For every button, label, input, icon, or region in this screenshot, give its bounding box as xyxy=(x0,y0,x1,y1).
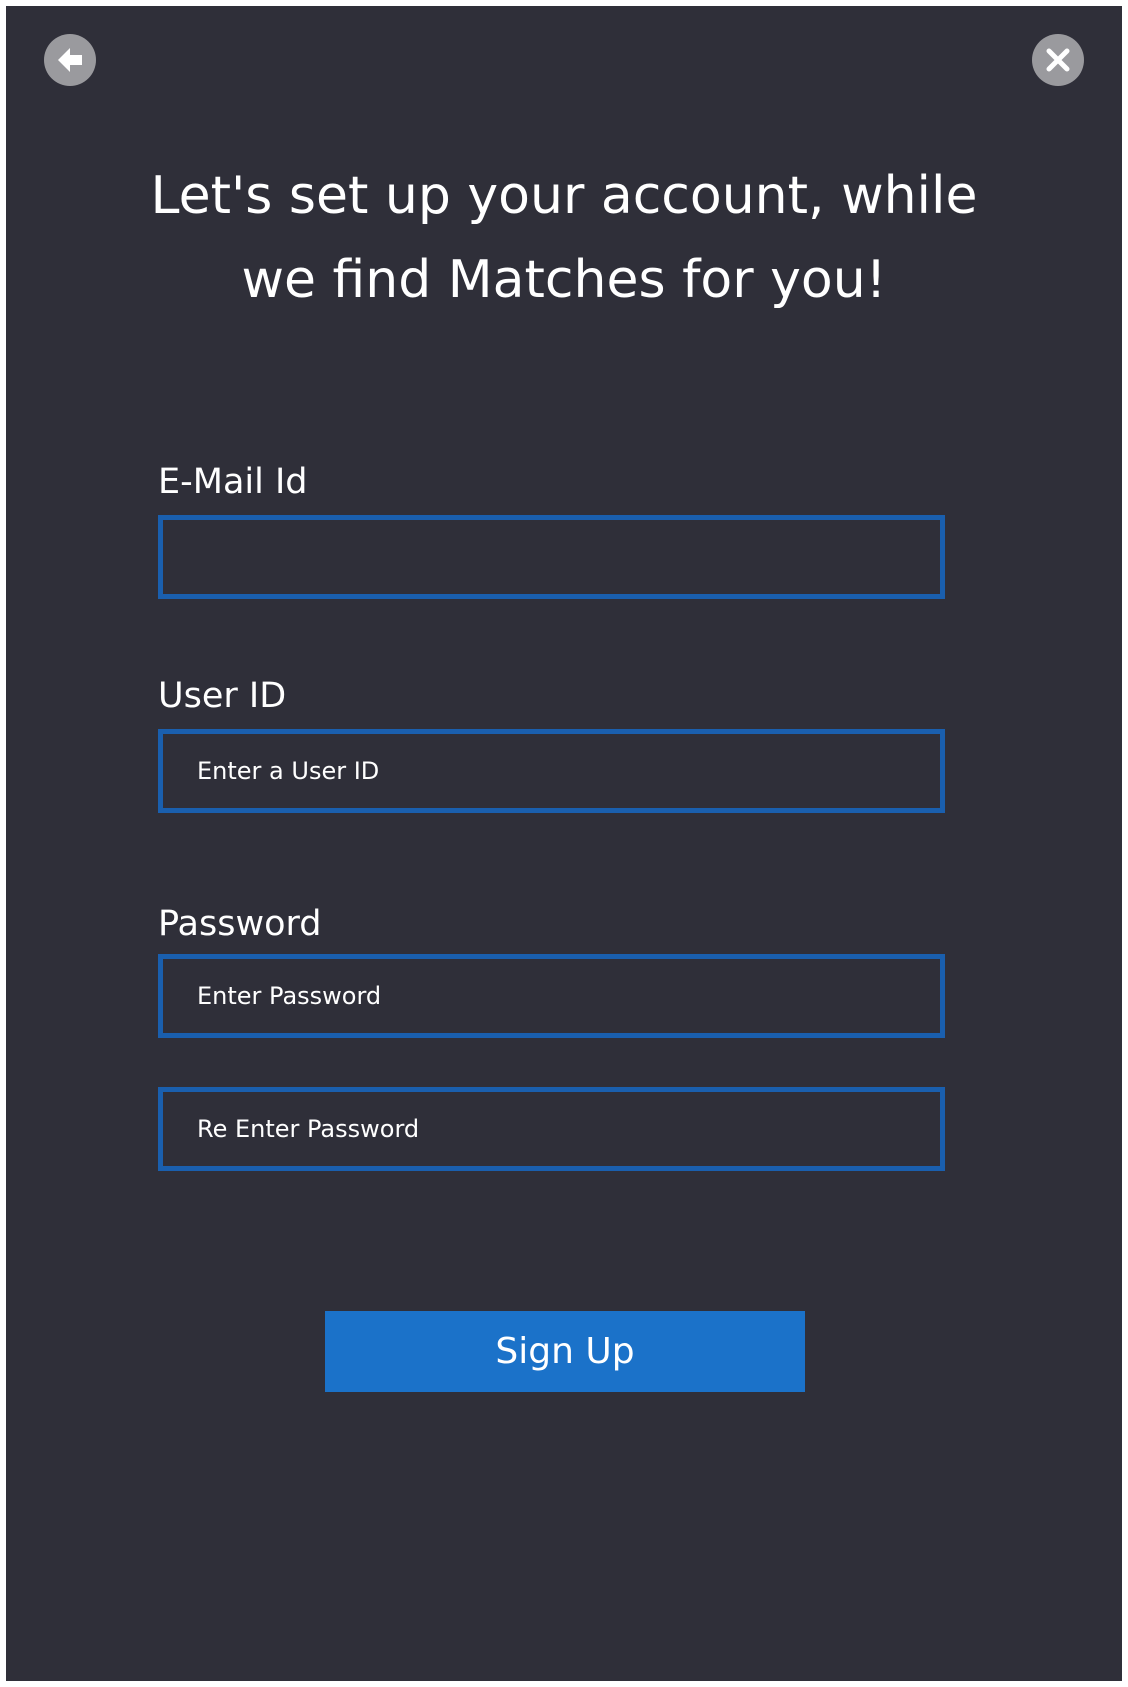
back-arrow-icon xyxy=(58,48,82,72)
close-button[interactable] xyxy=(1032,34,1084,86)
email-field[interactable] xyxy=(158,515,945,599)
close-icon xyxy=(1046,48,1070,72)
page-title: Let's set up your account, while we find… xyxy=(6,154,1122,322)
email-label: E-Mail Id xyxy=(158,462,308,502)
page-title-line-1: Let's set up your account, while xyxy=(150,166,978,226)
page-title-line-2: we find Matches for you! xyxy=(241,250,887,310)
user-id-field[interactable] xyxy=(158,729,945,813)
sign-up-button[interactable]: Sign Up xyxy=(325,1311,805,1392)
password-field[interactable] xyxy=(158,954,945,1038)
back-button[interactable] xyxy=(44,34,96,86)
reenter-password-field[interactable] xyxy=(158,1087,945,1171)
signup-panel: Let's set up your account, while we find… xyxy=(6,6,1122,1681)
user-id-label: User ID xyxy=(158,676,287,716)
password-label: Password xyxy=(158,904,322,944)
